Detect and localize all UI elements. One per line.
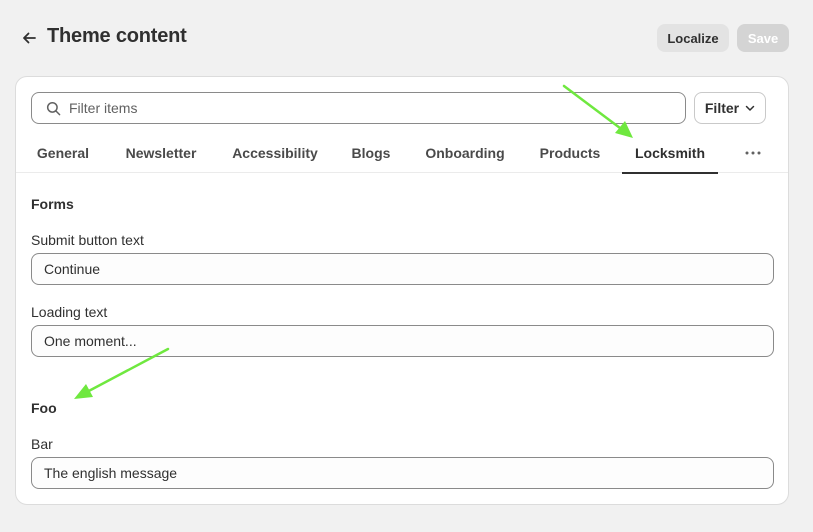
content-card: Filter General Newsletter Accessibility …: [15, 76, 789, 505]
field-label-loading-text: Loading text: [31, 304, 108, 320]
field-label-submit-button-text: Submit button text: [31, 232, 144, 248]
search-field[interactable]: [31, 92, 686, 124]
localize-button[interactable]: Localize: [657, 24, 729, 52]
page-header: Theme content Localize Save: [0, 0, 813, 76]
search-input[interactable]: [69, 100, 629, 116]
tab-newsletter[interactable]: Newsletter: [119, 133, 203, 173]
tab-blogs[interactable]: Blogs: [348, 133, 394, 173]
save-button[interactable]: Save: [737, 24, 789, 52]
tab-accessibility[interactable]: Accessibility: [227, 133, 323, 173]
more-horizontal-icon: [745, 151, 761, 155]
filter-button[interactable]: Filter: [694, 92, 766, 124]
submit-button-text-input[interactable]: [31, 253, 774, 285]
search-icon: [46, 101, 61, 115]
more-tabs-button[interactable]: [741, 133, 765, 173]
tab-bar: General Newsletter Accessibility Blogs O…: [16, 133, 788, 174]
filter-label: Filter: [704, 100, 740, 116]
tab-onboarding[interactable]: Onboarding: [422, 133, 508, 173]
back-button[interactable]: [17, 26, 41, 50]
section-title-foo: Foo: [31, 400, 57, 416]
chevron-down-icon: [745, 105, 755, 111]
loading-text-input[interactable]: [31, 325, 774, 357]
section-title-forms: Forms: [31, 196, 74, 212]
tab-locksmith[interactable]: Locksmith: [622, 133, 718, 174]
arrow-left-icon: [23, 32, 36, 44]
page-title: Theme content: [47, 25, 187, 47]
tab-general[interactable]: General: [31, 133, 95, 173]
tab-products[interactable]: Products: [535, 133, 605, 173]
field-label-bar: Bar: [31, 436, 53, 452]
bar-input[interactable]: [31, 457, 774, 489]
